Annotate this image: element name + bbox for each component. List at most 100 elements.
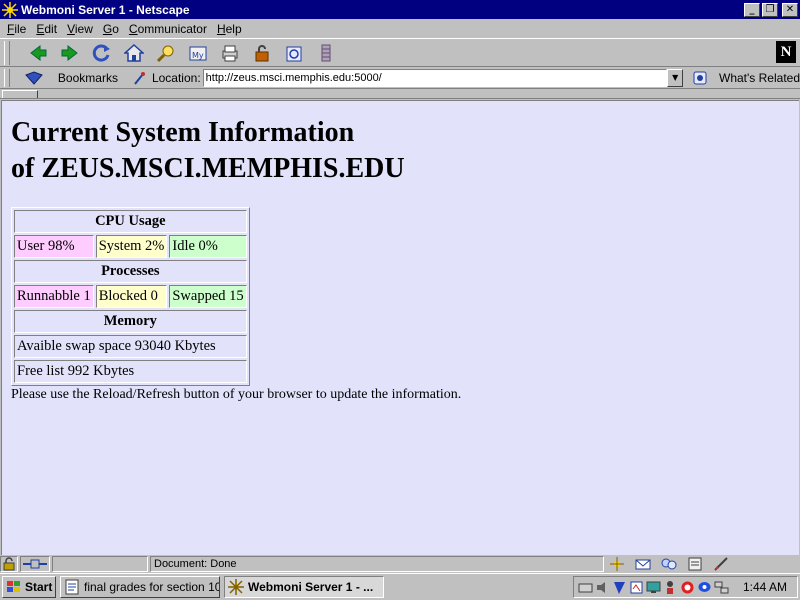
table-row: Processes <box>14 260 247 283</box>
security-button[interactable] <box>246 40 278 66</box>
home-icon <box>123 43 145 63</box>
scheduler-icon[interactable] <box>629 580 644 595</box>
component-bar <box>606 556 794 572</box>
restore-button[interactable]: ❐ <box>762 2 778 17</box>
processes-runnable-cell: Runnabble 1 <box>14 285 94 308</box>
menu-view[interactable]: View <box>62 22 98 36</box>
processes-swapped-cell: Swapped 15 <box>169 285 247 308</box>
reload-icon <box>92 43 112 63</box>
location-url-input[interactable] <box>202 68 668 87</box>
svg-text:My: My <box>192 51 204 60</box>
keyboard-icon[interactable] <box>578 580 593 595</box>
processes-blocked-cell: Blocked 0 <box>95 285 168 308</box>
windows-taskbar: Start final grades for section 104... We… <box>0 573 800 600</box>
print-button[interactable] <box>214 40 246 66</box>
page-proxy-icon[interactable] <box>132 71 146 85</box>
network-icon[interactable] <box>714 580 729 595</box>
search-button[interactable] <box>150 40 182 66</box>
document-icon <box>64 579 80 595</box>
minimize-button[interactable]: _ <box>744 2 760 17</box>
newsgroups-icon[interactable] <box>661 557 677 571</box>
antivirus-icon[interactable] <box>612 580 627 595</box>
table-row: Avaible swap space 93040 Kbytes <box>14 335 247 358</box>
whats-related-button[interactable]: What's Related <box>693 70 800 86</box>
title-bar: Webmoni Server 1 - Netscape _ ❐ ✕ <box>0 0 800 19</box>
page-content: Current System Information of ZEUS.MSCI.… <box>1 100 799 555</box>
netscape-task-icon <box>228 579 244 595</box>
messenger-icon[interactable] <box>697 580 712 595</box>
table-row: CPU Usage <box>14 210 247 233</box>
system-clock[interactable]: 1:44 AM <box>743 580 787 594</box>
power-icon[interactable] <box>680 580 695 595</box>
page-title-line1: Current System Information <box>11 117 355 148</box>
menu-help[interactable]: Help <box>212 22 247 36</box>
collapsed-toolbar-tab[interactable] <box>2 90 38 98</box>
memory-header: Memory <box>14 310 247 333</box>
menu-communicator[interactable]: Communicator <box>124 22 212 36</box>
whats-related-label: What's Related <box>719 70 800 85</box>
bookmarks-button[interactable]: Bookmarks <box>24 71 118 85</box>
status-bar: Document: Done <box>0 555 800 573</box>
netscape-logo: N <box>776 41 796 63</box>
progress-bar <box>52 556 148 572</box>
search-icon <box>156 43 176 63</box>
location-toolbar: Bookmarks Location: ▼ What's Related <box>0 67 800 89</box>
location-label: Location: <box>132 71 201 85</box>
toolbar-grip[interactable] <box>4 40 10 65</box>
processes-header: Processes <box>14 260 247 283</box>
composer-icon[interactable] <box>713 557 729 571</box>
menu-bar: File Edit View Go Communicator Help <box>0 19 800 38</box>
cpu-idle-cell: Idle 0% <box>169 235 247 258</box>
netscape-app-icon[interactable] <box>2 1 18 18</box>
personal-toolbar-strip <box>0 89 800 99</box>
my-netscape-icon: My <box>188 43 208 63</box>
table-row: Free list 992 Kbytes <box>14 360 247 383</box>
table-row: Runnabble 1 Blocked 0 Swapped 15 <box>14 285 247 308</box>
mail-icon[interactable] <box>635 557 651 571</box>
forward-button[interactable] <box>54 40 86 66</box>
navigator-icon[interactable] <box>609 557 625 571</box>
menu-go[interactable]: Go <box>98 22 124 36</box>
print-icon <box>220 43 240 63</box>
volume-icon[interactable] <box>595 580 610 595</box>
bookmarks-label: Bookmarks <box>57 70 118 85</box>
memory-swap-cell: Avaible swap space 93040 Kbytes <box>14 335 247 358</box>
navigation-toolbar: My <box>0 38 800 67</box>
cpu-system-cell: System 2% <box>95 235 168 258</box>
stop-icon <box>316 43 336 63</box>
back-icon <box>28 43 48 63</box>
my-netscape-button[interactable]: My <box>182 40 214 66</box>
location-dropdown-button[interactable]: ▼ <box>667 68 683 87</box>
user-icon[interactable] <box>663 580 678 595</box>
stop-button[interactable] <box>310 40 342 66</box>
connection-status[interactable] <box>20 556 50 572</box>
back-button[interactable] <box>22 40 54 66</box>
task-final-grades[interactable]: final grades for section 104... <box>60 576 220 598</box>
location-toolbar-grip[interactable] <box>4 68 10 87</box>
security-icon <box>252 43 272 63</box>
home-button[interactable] <box>118 40 150 66</box>
reload-note: Please use the Reload/Refresh button of … <box>11 387 462 402</box>
task-webmoni-server[interactable]: Webmoni Server 1 - ... <box>224 576 384 598</box>
address-book-icon[interactable] <box>687 557 703 571</box>
page-title-line2: of ZEUS.MSCI.MEMPHIS.EDU <box>11 153 405 184</box>
table-row: User 98% System 2% Idle 0% <box>14 235 247 258</box>
status-text: Document: Done <box>150 556 604 572</box>
cpu-usage-header: CPU Usage <box>14 210 247 233</box>
monitor-icon[interactable] <box>646 580 661 595</box>
menu-file[interactable]: File <box>2 22 31 36</box>
forward-icon <box>60 43 80 63</box>
bookmarks-icon <box>24 70 44 85</box>
close-button[interactable]: ✕ <box>782 2 798 17</box>
system-info-table: CPU Usage User 98% System 2% Idle 0% Pro… <box>11 207 250 386</box>
window-title: Webmoni Server 1 - Netscape <box>21 2 190 17</box>
start-label: Start <box>25 580 53 594</box>
windows-logo-icon <box>6 580 22 594</box>
start-button[interactable]: Start <box>2 576 56 598</box>
security-status[interactable] <box>0 556 18 572</box>
reload-button[interactable] <box>86 40 118 66</box>
system-tray: 1:44 AM <box>572 576 798 598</box>
menu-edit[interactable]: Edit <box>31 22 62 36</box>
shop-icon <box>284 43 304 63</box>
shop-button[interactable] <box>278 40 310 66</box>
